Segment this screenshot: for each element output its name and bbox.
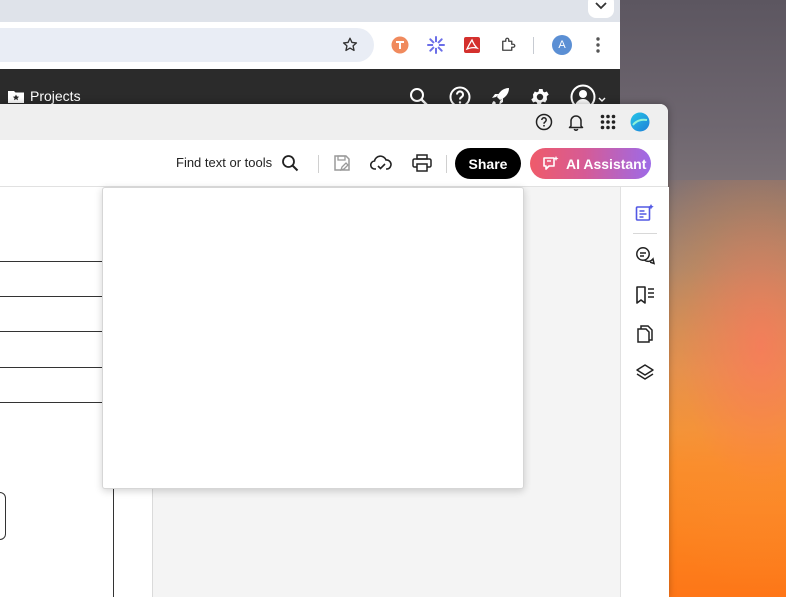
layers-icon[interactable]	[633, 361, 657, 385]
tab-strip	[0, 0, 620, 22]
ai-assistant-icon	[543, 155, 559, 170]
projects-label: Projects	[30, 88, 81, 104]
browser-toolbar: A	[0, 22, 620, 69]
acrobat-extension-icon[interactable]	[460, 33, 484, 57]
page-rule-line	[0, 402, 110, 403]
notification-bell-icon[interactable]	[566, 112, 586, 132]
pages-icon[interactable]	[633, 322, 657, 346]
ai-assistant-label: AI Assistant	[566, 155, 647, 172]
folder-star-icon	[8, 91, 24, 103]
extension-sparkle-icon[interactable]	[424, 33, 448, 57]
page-shape	[0, 492, 6, 540]
comment-icon[interactable]	[633, 244, 657, 268]
save-icon[interactable]	[331, 152, 353, 174]
acrobat-titlebar	[0, 104, 668, 140]
find-text-or-tools-label[interactable]: Find text or tools	[176, 155, 272, 170]
toolbar-divider	[446, 155, 447, 173]
address-bar[interactable]	[0, 28, 374, 62]
search-icon[interactable]	[279, 152, 301, 174]
ai-summary-icon[interactable]	[633, 201, 657, 225]
site-navbar: Projects	[0, 69, 620, 110]
page-rule-line	[0, 261, 110, 262]
page-rule-line	[0, 331, 110, 332]
right-tool-rail	[620, 187, 669, 597]
dropdown-panel[interactable]	[102, 187, 524, 489]
apps-grid-icon[interactable]	[598, 112, 618, 132]
browser-menu-icon[interactable]	[586, 33, 610, 57]
page-rule-line	[0, 367, 110, 368]
bookmark-icon[interactable]	[633, 283, 657, 307]
print-icon[interactable]	[411, 152, 433, 174]
toolbar-divider	[318, 155, 319, 173]
help-icon[interactable]	[534, 112, 554, 132]
page-border-line	[113, 487, 114, 597]
acrobat-toolbar: Find text or tools Share AI Assistant	[0, 140, 668, 187]
cloud-sync-icon[interactable]	[370, 152, 392, 174]
projects-link[interactable]: Projects	[8, 88, 81, 104]
rail-divider	[633, 233, 657, 234]
extension-t-icon[interactable]	[388, 33, 412, 57]
tab-search-button[interactable]	[588, 0, 614, 18]
page-rule-line	[0, 296, 110, 297]
ai-assistant-button[interactable]: AI Assistant	[530, 148, 651, 179]
chevron-down-icon	[598, 97, 606, 102]
chevron-down-icon	[595, 2, 607, 10]
toolbar-divider	[533, 37, 534, 54]
share-button[interactable]: Share	[455, 148, 521, 179]
profile-avatar[interactable]	[630, 112, 650, 132]
bookmark-star-icon[interactable]	[338, 33, 362, 57]
profile-avatar[interactable]: A	[550, 33, 574, 57]
profile-initial: A	[558, 39, 566, 51]
extensions-puzzle-icon[interactable]	[496, 33, 520, 57]
